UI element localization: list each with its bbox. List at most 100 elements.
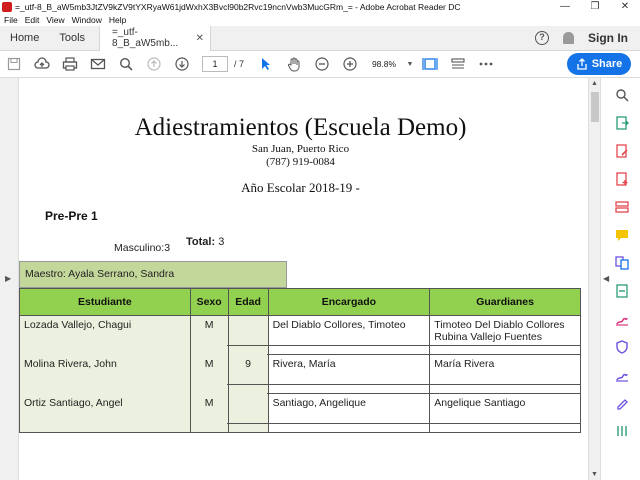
window-title: =_utf-8_B_aW5mb3JtZV9kZV9tYXRyaW61jdWxhX… <box>15 2 461 12</box>
select-cursor-icon[interactable] <box>252 51 280 78</box>
group-name: Pre-Pre 1 <box>45 209 98 223</box>
pen-tool-icon[interactable] <box>615 396 629 410</box>
fill-sign-icon[interactable] <box>615 312 629 326</box>
guardian-name: Rivera, María <box>267 354 431 394</box>
sign-in-button[interactable]: Sign In <box>588 31 628 45</box>
tutors-cell: Timoteo Del Diablo Collores Rubina Vallej… <box>429 315 581 355</box>
close-window-button[interactable]: ✕ <box>610 0 640 14</box>
student-sex: M <box>189 393 229 433</box>
email-icon[interactable] <box>84 51 112 78</box>
protect-icon[interactable] <box>615 340 629 354</box>
more-tools-icon[interactable] <box>615 424 629 438</box>
chevron-down-icon[interactable]: ▼ <box>404 51 416 78</box>
tutor-name: Timoteo Del Diablo Collores <box>434 319 565 331</box>
menu-help[interactable]: Help <box>109 15 126 25</box>
student-name: Molina Rivera, John <box>19 354 191 394</box>
vertical-scrollbar[interactable]: ▲ ▼ <box>588 78 600 480</box>
column-header-edad: Edad <box>227 288 269 316</box>
left-navigation-pane[interactable]: ▶ <box>0 78 19 480</box>
upload-cloud-icon[interactable] <box>28 51 56 78</box>
scroll-down-icon[interactable]: ▼ <box>591 471 598 478</box>
scan-icon[interactable] <box>615 284 629 298</box>
menu-view[interactable]: View <box>46 15 64 25</box>
scrollbar-thumb[interactable] <box>591 92 599 122</box>
document-title: Adiestramientos (Escuela Demo) <box>134 114 467 141</box>
table-row: Molina Rivera, John M 9 Rivera, María Ma… <box>19 354 581 394</box>
guardian-name: Del Diablo Collores, Timoteo <box>267 315 431 355</box>
edit-pdf-icon[interactable] <box>615 144 629 158</box>
tools-pane: ◀ <box>600 78 640 480</box>
menu-window[interactable]: Window <box>72 15 102 25</box>
page-count: / 7 <box>234 59 245 69</box>
next-page-icon[interactable] <box>168 51 196 78</box>
menu-bar: File Edit View Window Help <box>0 14 640 26</box>
send-for-signature-icon[interactable] <box>615 368 629 382</box>
acrobat-app-icon <box>2 2 12 12</box>
save-icon[interactable] <box>0 51 28 78</box>
combine-files-icon[interactable] <box>615 256 629 270</box>
total-count: Total: 3 <box>186 236 224 248</box>
maximize-button[interactable]: ❐ <box>580 0 610 14</box>
menu-file[interactable]: File <box>4 15 18 25</box>
table-row: Ortiz Santiago, Angel M Santiago, Angeli… <box>19 393 581 433</box>
close-tab-icon[interactable]: ✕ <box>196 33 204 44</box>
school-year: Año Escolar 2018-19 - <box>241 180 360 195</box>
previous-page-icon[interactable] <box>140 51 168 78</box>
column-header-encargado: Encargado <box>267 288 431 316</box>
student-name: Lozada Vallejo, Chagui <box>19 315 191 355</box>
export-pdf-icon[interactable] <box>615 116 629 130</box>
zoom-search-icon[interactable] <box>112 51 140 78</box>
scroll-mode-icon[interactable] <box>444 51 472 78</box>
document-page: Adiestramientos (Escuela Demo) San Juan,… <box>19 78 588 480</box>
help-icon[interactable]: ? <box>535 31 549 45</box>
expand-left-pane-icon[interactable]: ▶ <box>5 274 11 283</box>
search-tools-icon[interactable] <box>615 88 629 102</box>
row-divider <box>267 354 581 355</box>
page-view-icon[interactable] <box>416 51 444 78</box>
print-icon[interactable] <box>56 51 84 78</box>
create-pdf-icon[interactable] <box>615 172 629 186</box>
comment-icon[interactable] <box>615 228 629 242</box>
tab-bar: Home Tools =_utf-8_B_aW5mb... ✕ ? Sign I… <box>0 25 640 51</box>
zoom-in-icon[interactable] <box>336 51 364 78</box>
row-divider <box>227 423 581 424</box>
student-age <box>227 315 269 355</box>
more-tools-dots-icon[interactable] <box>472 51 500 78</box>
hand-tool-icon[interactable] <box>280 51 308 78</box>
tab-home[interactable]: Home <box>0 26 49 51</box>
tab-tools[interactable]: Tools <box>49 26 95 51</box>
document-tab-label: =_utf-8_B_aW5mb... <box>112 27 179 49</box>
scroll-up-icon[interactable]: ▲ <box>591 80 598 87</box>
share-button[interactable]: Share <box>567 53 631 75</box>
student-name: Ortiz Santiago, Angel <box>19 393 191 433</box>
students-table: Estudiante Sexo Edad Encargado Guardiane… <box>19 288 581 433</box>
row-divider <box>267 393 581 394</box>
document-city: San Juan, Puerto Rico <box>251 143 350 155</box>
tutors-cell: María Rivera <box>429 354 581 394</box>
minimize-button[interactable]: — <box>550 0 580 14</box>
tutor-name: María Rivera <box>434 357 495 370</box>
table-row: Lozada Vallejo, Chagui M Del Diablo Coll… <box>19 315 581 355</box>
zoom-level-select[interactable]: 98.8% <box>364 56 404 72</box>
page-number-input[interactable]: 1 <box>202 56 228 72</box>
row-divider <box>227 345 581 346</box>
student-age: 9 <box>227 354 269 394</box>
title-bar: =_utf-8_B_aW5mb3JtZV9kZV9tYXRyaW61jdWxhX… <box>0 0 640 14</box>
tutors-cell: Angelique Santiago <box>429 393 581 433</box>
share-label: Share <box>591 58 623 70</box>
column-header-sexo: Sexo <box>189 288 229 316</box>
total-label: Total: <box>186 236 216 248</box>
total-value: 3 <box>218 236 225 248</box>
share-icon <box>577 58 587 70</box>
tab-document[interactable]: =_utf-8_B_aW5mb... ✕ <box>99 25 212 51</box>
toolbar: 1 / 7 98.8% ▼ Share <box>0 51 640 78</box>
row-divider <box>227 384 581 385</box>
notification-bell-icon[interactable] <box>563 32 574 44</box>
male-count: Masculino:3 <box>114 242 171 254</box>
zoom-out-icon[interactable] <box>308 51 336 78</box>
collapse-right-pane-icon[interactable]: ◀ <box>603 274 609 283</box>
column-header-estudiante: Estudiante <box>19 288 191 316</box>
teacher-name: Maestro: Ayala Serrano, Sandra <box>19 261 287 288</box>
organize-pages-icon[interactable] <box>615 200 629 214</box>
menu-edit[interactable]: Edit <box>25 15 40 25</box>
